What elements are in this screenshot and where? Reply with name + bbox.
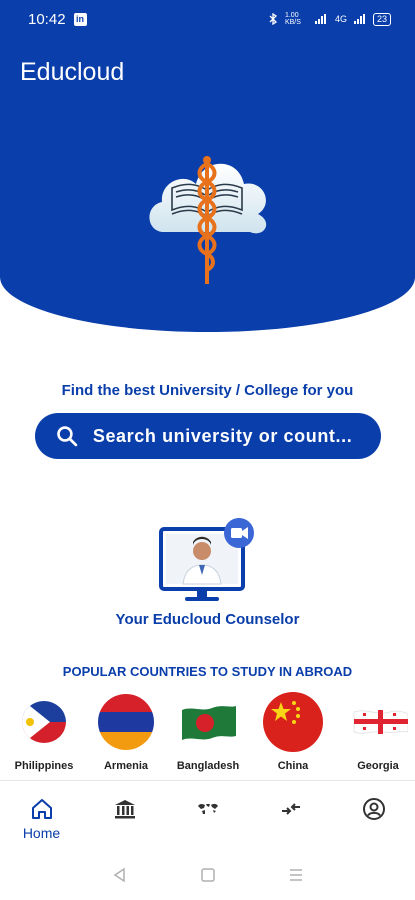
- search-tagline: Find the best University / College for y…: [61, 382, 354, 399]
- network-speed: 1.00 KB/S: [284, 12, 301, 26]
- search-bar[interactable]: Search university or count...: [35, 413, 381, 459]
- recents-icon[interactable]: [287, 867, 305, 883]
- armenia-flag-icon: [98, 694, 154, 750]
- country-name: Philippines: [14, 760, 74, 772]
- countries-carousel[interactable]: Philippines Armenia Bangladesh China Geo…: [0, 688, 415, 778]
- profile-icon: [362, 798, 385, 820]
- country-name: Armenia: [103, 760, 149, 772]
- country-name: China: [277, 760, 309, 772]
- tab-institutions[interactable]: [83, 781, 166, 849]
- tab-profile[interactable]: [332, 781, 415, 849]
- institution-icon: [114, 800, 135, 819]
- bluetooth-icon: [269, 13, 277, 25]
- status-bar: 10:42 in 1.00 KB/S 4G 23: [0, 0, 415, 38]
- system-nav-bar: [0, 850, 415, 900]
- country-name: Bangladesh: [176, 760, 240, 772]
- app-title: Educloud: [20, 58, 125, 86]
- philippines-flag-icon: [22, 701, 66, 743]
- tab-countries[interactable]: [166, 781, 249, 849]
- status-icons: 1.00 KB/S 4G 23: [268, 12, 391, 26]
- popular-countries-title: POPULAR COUNTRIES TO STUDY IN ABROAD: [62, 664, 353, 679]
- tab-compare[interactable]: [249, 781, 332, 849]
- search-icon: [57, 426, 78, 447]
- china-flag-icon: [263, 692, 323, 752]
- compare-icon: [281, 803, 300, 815]
- country-georgia[interactable]: Georgia: [338, 688, 415, 772]
- signal-label: 4G: [334, 14, 347, 24]
- country-bangladesh[interactable]: Bangladesh: [168, 688, 248, 772]
- educloud-logo: [149, 156, 267, 284]
- wifi-icon: [314, 14, 326, 24]
- battery-icon: 23: [372, 12, 391, 26]
- home-icon: [31, 799, 52, 819]
- counselor-video-icon[interactable]: [155, 515, 259, 607]
- bottom-tab-bar: Home: [0, 781, 415, 849]
- bangladesh-flag-icon: [182, 706, 236, 740]
- world-map-icon: [197, 803, 218, 814]
- linkedin-icon: in: [73, 12, 87, 26]
- signal-icon: [353, 14, 365, 24]
- search-placeholder: Search university or count...: [92, 425, 353, 446]
- back-icon[interactable]: [111, 866, 129, 884]
- counselor-label[interactable]: Your Educloud Counselor: [0, 611, 415, 628]
- home-button-icon[interactable]: [200, 867, 216, 883]
- country-philippines[interactable]: Philippines: [4, 688, 84, 772]
- tab-home-label: Home: [22, 825, 61, 841]
- georgia-flag-icon: [353, 710, 408, 734]
- tab-home[interactable]: Home: [0, 781, 83, 849]
- country-name: Georgia: [357, 760, 399, 772]
- status-time: 10:42: [28, 10, 66, 28]
- country-china[interactable]: China: [253, 688, 333, 772]
- country-armenia[interactable]: Armenia: [86, 688, 166, 772]
